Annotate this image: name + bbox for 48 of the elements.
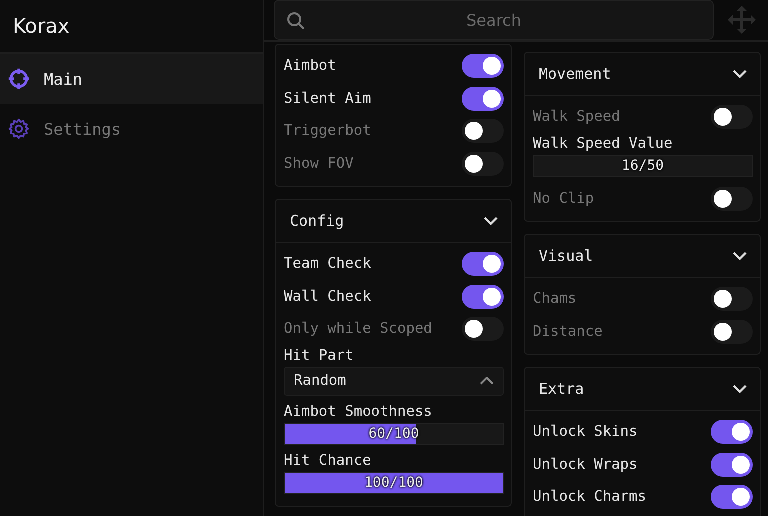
- chevron-icon: [732, 69, 748, 79]
- section-header[interactable]: Visual: [525, 235, 760, 278]
- gear-icon: [8, 118, 30, 140]
- option-label: Show FOV: [284, 156, 354, 172]
- toggle-switch[interactable]: [462, 317, 504, 342]
- chevron-icon: [483, 216, 499, 226]
- toggle-switch[interactable]: [462, 152, 504, 176]
- option-label: Walk Speed Value: [533, 136, 674, 152]
- option-label: Aimbot Smoothness: [284, 404, 434, 420]
- toggle-switch[interactable]: [711, 105, 753, 130]
- search-field[interactable]: Search: [274, 0, 714, 40]
- chevron-icon: [732, 251, 748, 261]
- dropdown[interactable]: Random: [284, 366, 504, 396]
- option-label: Unlock Skins: [533, 424, 638, 440]
- option-label: Triggerbot: [284, 123, 372, 140]
- toggle-switch[interactable]: [711, 452, 753, 477]
- toggle-switch[interactable]: [711, 485, 753, 510]
- toggle-switch[interactable]: [711, 420, 753, 444]
- option-label: Silent Aim: [284, 90, 372, 107]
- toggle-switch[interactable]: [462, 86, 504, 111]
- option-label: Hit Chance: [284, 452, 372, 468]
- sidebar-item[interactable]: Main: [0, 54, 263, 104]
- section-header[interactable]: Extra: [525, 368, 760, 411]
- sidebar-item[interactable]: Settings: [0, 104, 263, 154]
- section-header[interactable]: Config: [276, 200, 511, 243]
- option-label: Team Check: [284, 256, 372, 272]
- toggle-switch[interactable]: [462, 252, 504, 276]
- option-label: Wall Check: [284, 288, 372, 305]
- toggle-switch[interactable]: [711, 320, 753, 344]
- toggle-switch[interactable]: [711, 186, 753, 211]
- option-label: Hit Part: [284, 348, 355, 364]
- app-title: Korax: [13, 14, 70, 38]
- option-label: Distance: [533, 324, 603, 340]
- option-label: Chams: [533, 291, 577, 308]
- section-header[interactable]: Movement: [525, 53, 760, 96]
- toggle-switch[interactable]: [711, 287, 753, 312]
- crosshair-icon: [8, 68, 30, 90]
- toggle-switch[interactable]: [462, 119, 504, 144]
- toggle-switch[interactable]: [462, 284, 504, 309]
- option-label: Unlock Charms: [533, 489, 646, 506]
- option-label: Only while Scoped: [284, 321, 432, 338]
- option-label: Walk Speed: [533, 109, 620, 126]
- toggle-switch[interactable]: [462, 54, 504, 78]
- option-label: Aimbot: [284, 58, 336, 74]
- chevron-icon: [732, 384, 748, 394]
- slider[interactable]: 100/100: [284, 472, 504, 494]
- option-label: No Clip: [533, 190, 594, 207]
- option-label: Unlock Wraps: [533, 456, 638, 473]
